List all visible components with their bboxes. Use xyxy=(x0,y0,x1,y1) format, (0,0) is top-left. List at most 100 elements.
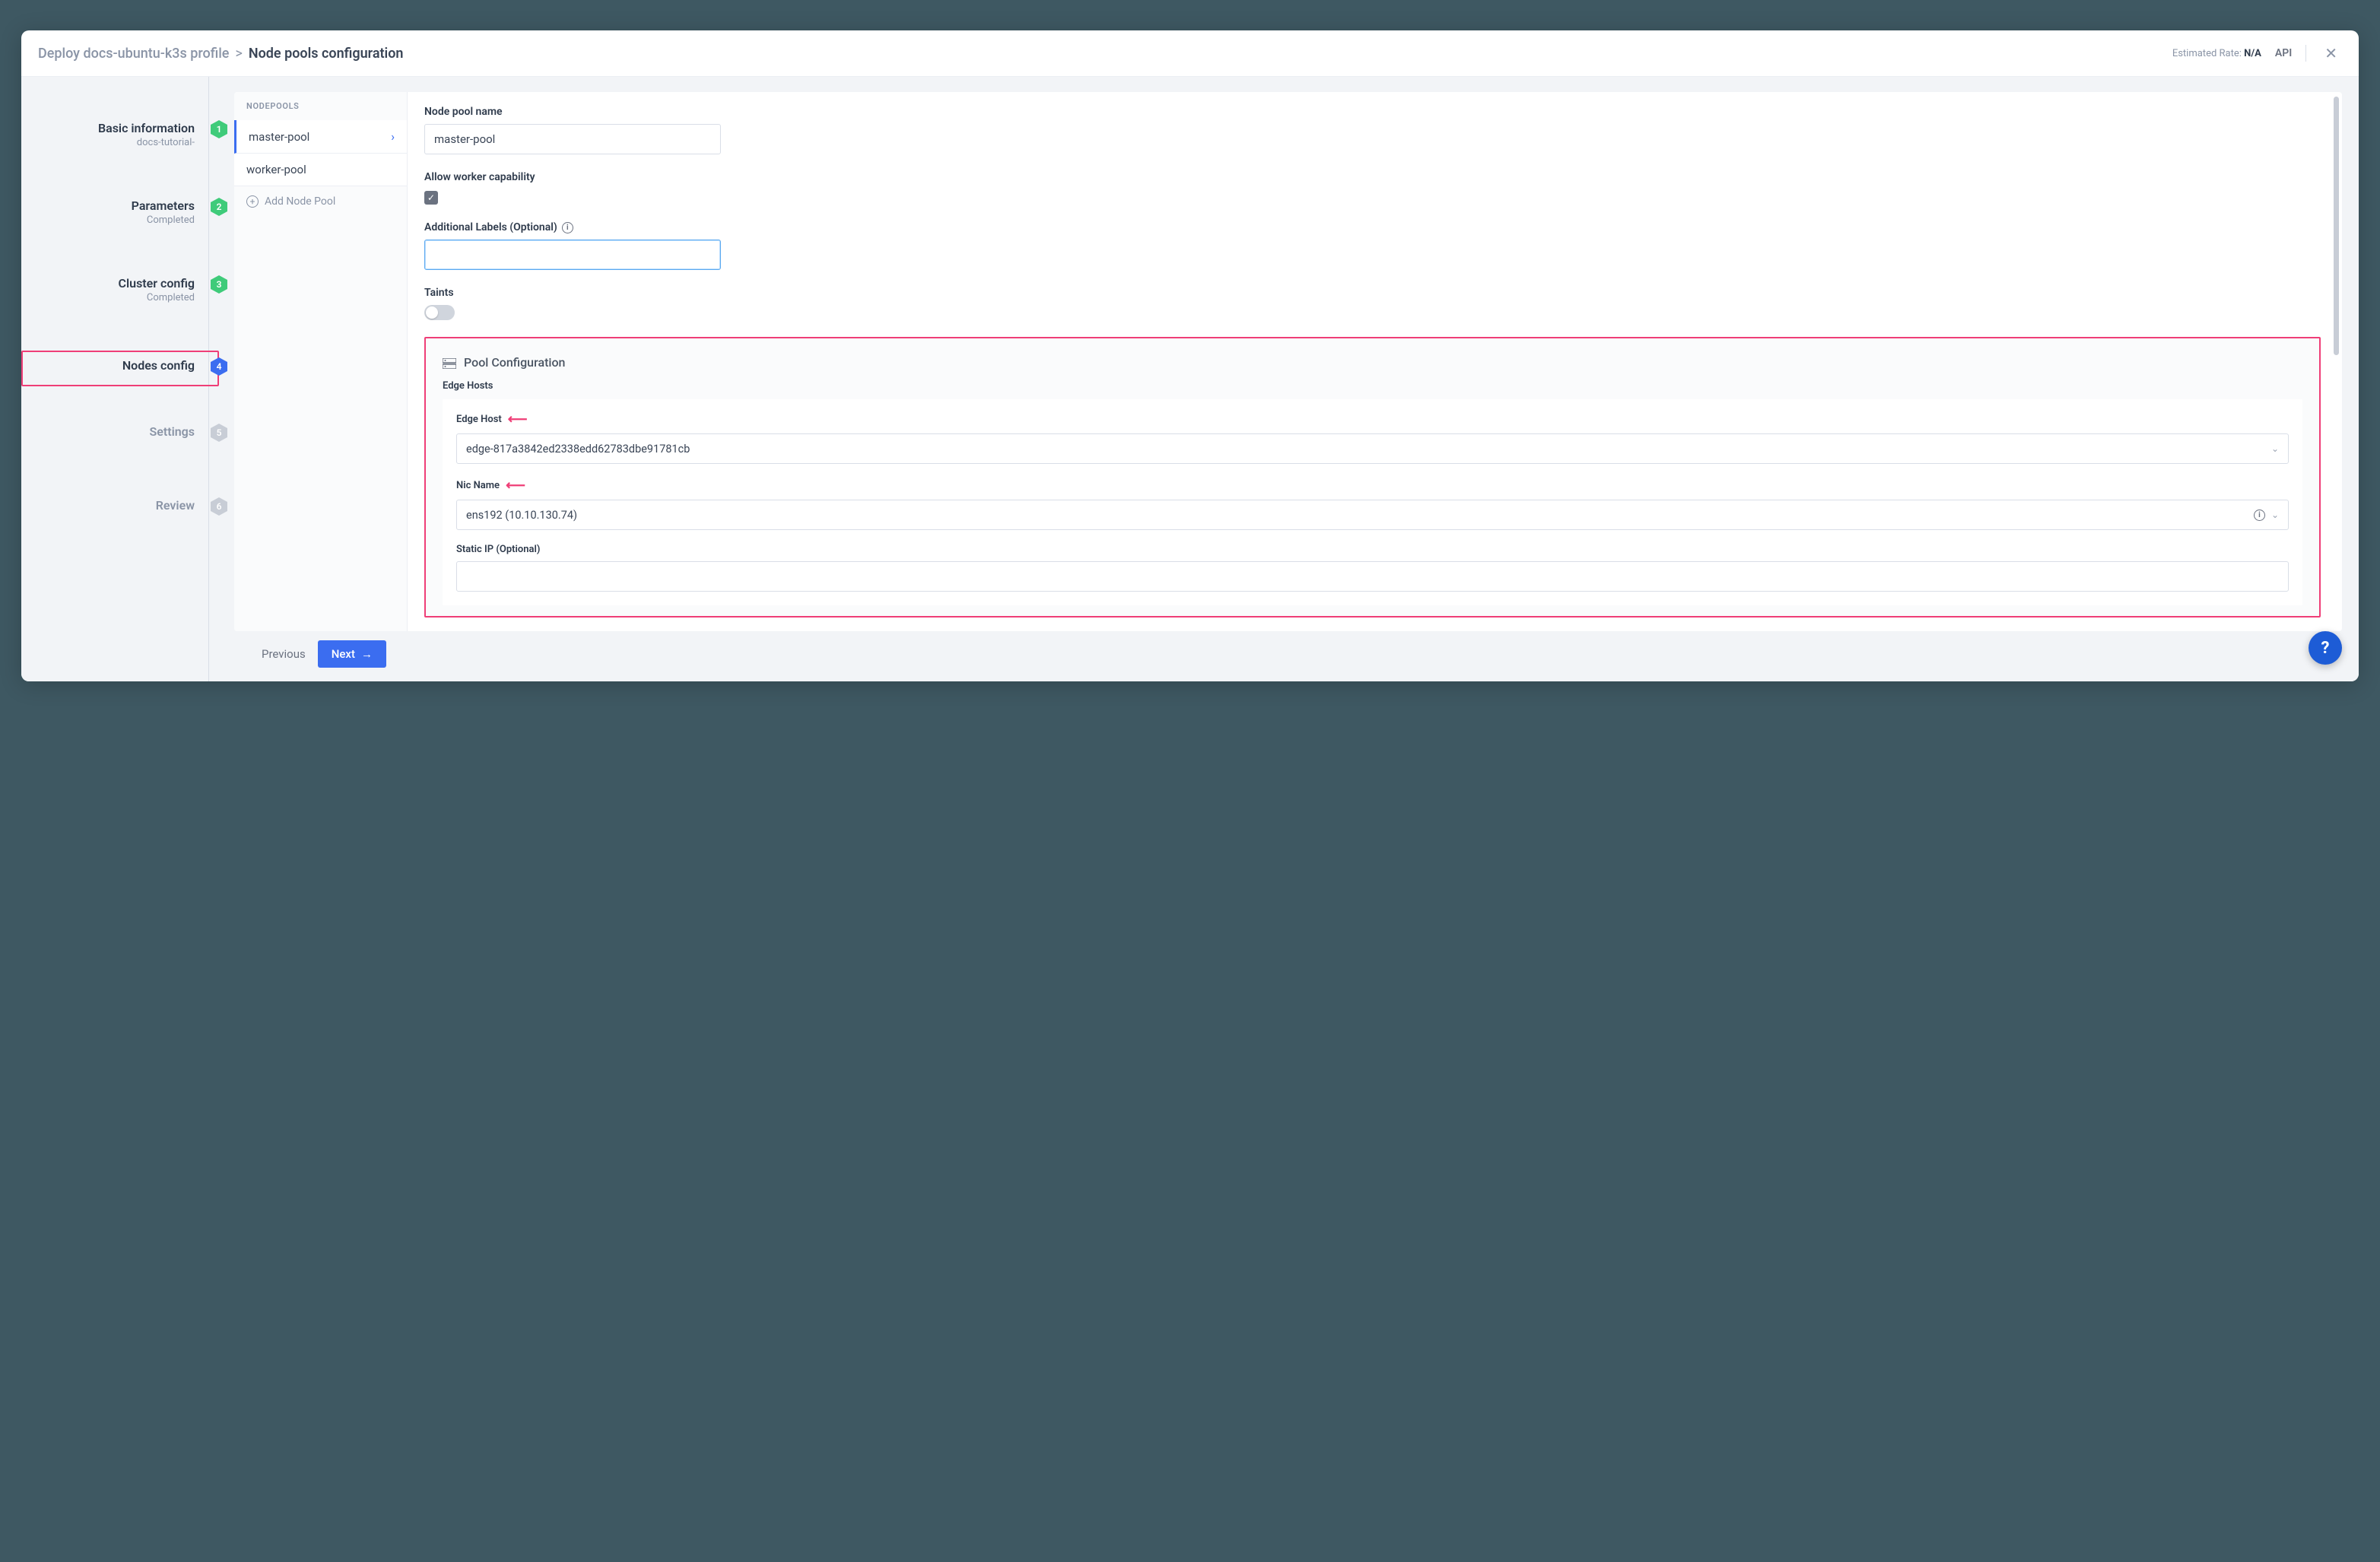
add-node-pool-label: Add Node Pool xyxy=(265,195,335,208)
step-number: 6 xyxy=(217,501,222,512)
content-wrap: NODEPOOLS master-pool › worker-pool + Ad… xyxy=(219,77,2359,681)
edge-host-label-text: Edge Host xyxy=(456,414,502,425)
previous-button[interactable]: Previous xyxy=(262,647,306,661)
step-settings[interactable]: Settings 5 xyxy=(21,421,219,460)
step-badge: 3 xyxy=(209,275,229,294)
step-title: Cluster config xyxy=(21,276,195,290)
step-badge: 4 xyxy=(209,357,229,376)
step-review[interactable]: Review 6 xyxy=(21,495,219,534)
edge-hosts-label: Edge Hosts xyxy=(443,380,2302,392)
step-badge: 5 xyxy=(209,423,229,443)
servers-icon xyxy=(443,357,456,368)
top-bar: Deploy docs-ubuntu-k3s profile > Node po… xyxy=(21,30,2359,77)
step-subtitle: Completed xyxy=(21,214,195,226)
step-number: 5 xyxy=(217,427,222,438)
plus-icon: + xyxy=(246,195,259,208)
breadcrumb-current: Node pools configuration xyxy=(249,46,404,62)
step-subtitle: docs-tutorial- xyxy=(21,137,195,148)
arrow-right-icon: → xyxy=(361,647,373,661)
scrollbar[interactable] xyxy=(2334,97,2339,355)
wizard-steps: Basic information docs-tutorial- 1 Param… xyxy=(21,77,219,681)
field-node-pool-name: Node pool name xyxy=(424,106,2321,154)
step-title: Parameters xyxy=(21,198,195,213)
field-allow-worker: Allow worker capability ✓ xyxy=(424,171,2321,205)
step-title: Review xyxy=(21,498,195,513)
step-number: 3 xyxy=(217,279,222,290)
additional-labels-input[interactable] xyxy=(424,240,721,270)
estimated-rate: Estimated Rate: N/A xyxy=(2172,48,2261,59)
node-pool-name-label: Node pool name xyxy=(424,106,2321,118)
divider xyxy=(2305,45,2306,62)
field-edge-host: Edge Host ⟵ edge-817a3842ed2338edd62783d… xyxy=(456,411,2289,464)
breadcrumb-separator: > xyxy=(235,46,242,62)
info-icon[interactable]: i xyxy=(2254,510,2265,521)
edge-host-card: Edge Host ⟵ edge-817a3842ed2338edd62783d… xyxy=(443,399,2302,605)
field-additional-labels: Additional Labels (Optional) i xyxy=(424,221,2321,270)
nodepool-item-master[interactable]: master-pool › xyxy=(234,120,407,154)
nic-name-label: Nic Name ⟵ xyxy=(456,478,2289,494)
step-badge: 1 xyxy=(209,119,229,139)
edge-host-select[interactable]: edge-817a3842ed2338edd62783dbe91781cb ⌄ xyxy=(456,433,2289,464)
help-button[interactable]: ? xyxy=(2309,631,2342,665)
breadcrumb-prefix[interactable]: Deploy docs-ubuntu-k3s profile xyxy=(38,46,229,62)
pool-configuration-title-text: Pool Configuration xyxy=(464,355,565,370)
step-badge: 2 xyxy=(209,197,229,217)
edge-host-label: Edge Host ⟵ xyxy=(456,411,2289,427)
edge-host-value: edge-817a3842ed2338edd62783dbe91781cb xyxy=(466,443,690,456)
nic-name-value: ens192 (10.10.130.74) xyxy=(466,509,577,522)
question-icon: ? xyxy=(2321,639,2330,658)
step-title: Basic information xyxy=(21,121,195,135)
add-node-pool-button[interactable]: + Add Node Pool xyxy=(234,186,407,217)
body: Basic information docs-tutorial- 1 Param… xyxy=(21,77,2359,681)
arrow-annotation-icon: ⟵ xyxy=(508,411,528,427)
next-button[interactable]: Next → xyxy=(318,640,386,668)
app-window: Deploy docs-ubuntu-k3s profile > Node po… xyxy=(21,30,2359,681)
static-ip-label: Static IP (Optional) xyxy=(456,544,2289,555)
nodepool-item-worker[interactable]: worker-pool xyxy=(234,154,407,186)
wizard-footer: Previous Next → xyxy=(234,631,2342,674)
field-nic-name: Nic Name ⟵ ens192 (10.10.130.74) i ⌄ xyxy=(456,478,2289,530)
allow-worker-checkbox[interactable]: ✓ xyxy=(424,191,438,205)
step-basic-information[interactable]: Basic information docs-tutorial- 1 xyxy=(21,118,219,170)
allow-worker-label: Allow worker capability xyxy=(424,171,2321,183)
panel: NODEPOOLS master-pool › worker-pool + Ad… xyxy=(234,92,2342,631)
additional-labels-label-text: Additional Labels (Optional) xyxy=(424,221,557,233)
taints-label: Taints xyxy=(424,287,2321,299)
close-icon[interactable]: ✕ xyxy=(2320,43,2342,64)
arrow-annotation-icon: ⟵ xyxy=(506,478,525,494)
nodepool-list: NODEPOOLS master-pool › worker-pool + Ad… xyxy=(234,92,408,631)
step-title: Nodes config xyxy=(21,358,195,373)
nic-name-select[interactable]: ens192 (10.10.130.74) i ⌄ xyxy=(456,500,2289,530)
chevron-down-icon: ⌄ xyxy=(2271,443,2279,454)
step-number: 4 xyxy=(217,361,222,372)
additional-labels-label: Additional Labels (Optional) i xyxy=(424,221,2321,233)
nic-name-label-text: Nic Name xyxy=(456,480,500,491)
nodepool-form: Node pool name Allow worker capability ✓… xyxy=(408,92,2342,631)
nodepool-item-label: master-pool xyxy=(249,130,309,144)
info-icon[interactable]: i xyxy=(562,222,573,233)
step-nodes-config[interactable]: Nodes config 4 xyxy=(21,351,219,386)
api-link[interactable]: API xyxy=(2275,47,2292,59)
estimated-rate-label: Estimated Rate: xyxy=(2172,48,2242,59)
estimated-rate-value: N/A xyxy=(2244,48,2261,59)
step-title: Settings xyxy=(21,424,195,439)
pool-configuration-section: Pool Configuration Edge Hosts Edge Host … xyxy=(424,337,2321,617)
field-static-ip: Static IP (Optional) xyxy=(456,544,2289,592)
field-taints: Taints xyxy=(424,287,2321,320)
static-ip-input[interactable] xyxy=(456,561,2289,592)
step-subtitle: Completed xyxy=(21,292,195,303)
chevron-down-icon: ⌄ xyxy=(2271,510,2279,520)
taints-toggle[interactable] xyxy=(424,305,455,320)
step-number: 1 xyxy=(217,124,222,135)
top-bar-right: Estimated Rate: N/A API ✕ xyxy=(2172,43,2342,64)
nodepool-list-header: NODEPOOLS xyxy=(234,92,407,120)
toggle-knob xyxy=(426,306,438,319)
step-cluster-config[interactable]: Cluster config Completed 3 xyxy=(21,273,219,325)
step-number: 2 xyxy=(217,202,222,212)
chevron-right-icon: › xyxy=(391,129,395,144)
node-pool-name-input[interactable] xyxy=(424,124,721,154)
step-badge: 6 xyxy=(209,497,229,516)
step-parameters[interactable]: Parameters Completed 2 xyxy=(21,195,219,247)
next-button-label: Next xyxy=(332,647,355,661)
nodepool-item-label: worker-pool xyxy=(246,163,306,176)
